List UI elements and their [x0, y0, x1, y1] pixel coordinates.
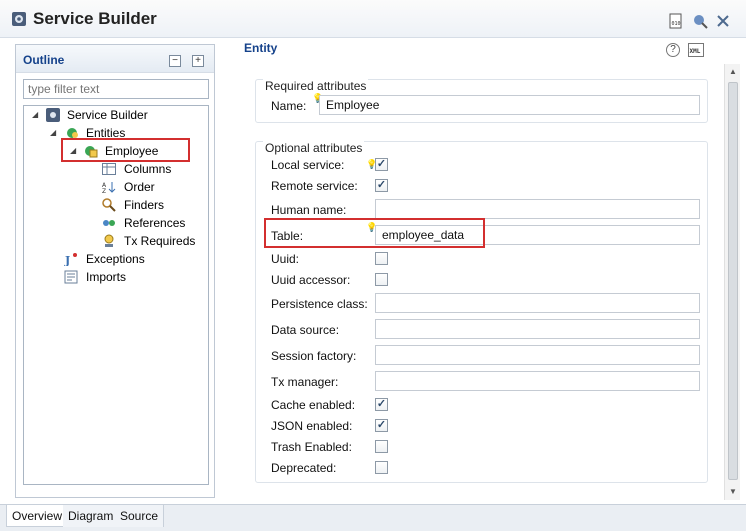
- persistence-class-label: Persistence class:: [271, 297, 368, 311]
- data-source-field[interactable]: [375, 319, 700, 339]
- deprecated-label: Deprecated:: [271, 461, 337, 475]
- outline-header: Outline − +: [16, 45, 214, 73]
- expand-all-icon[interactable]: +: [192, 55, 204, 67]
- references-icon: [103, 220, 115, 226]
- svg-text:010: 010: [672, 21, 681, 27]
- tree-node-finders[interactable]: Finders: [102, 196, 202, 214]
- data-source-label: Data source:: [271, 323, 340, 337]
- tree-label: Imports: [86, 270, 127, 284]
- uuid-checkbox[interactable]: [375, 252, 388, 265]
- required-attributes-title: Required attributes: [263, 79, 369, 93]
- tab-diagram[interactable]: Diagram: [63, 505, 120, 527]
- vertical-scrollbar[interactable]: ▲ ▼: [724, 64, 740, 500]
- title-bar: Service Builder 010: [0, 0, 746, 38]
- remote-service-checkbox[interactable]: ✓: [375, 179, 388, 192]
- tree-node-columns[interactable]: Columns: [102, 160, 202, 178]
- cache-enabled-label: Cache enabled:: [271, 398, 356, 412]
- tab-overview[interactable]: Overview: [6, 505, 69, 527]
- human-name-label: Human name:: [271, 203, 347, 217]
- scroll-thumb[interactable]: [728, 82, 738, 480]
- service-builder-node-icon: [46, 108, 60, 122]
- expand-arrow-icon[interactable]: ◢: [32, 106, 42, 124]
- columns-icon: [102, 163, 116, 175]
- scroll-down-icon[interactable]: ▼: [725, 484, 741, 500]
- tab-source[interactable]: Source: [115, 505, 165, 527]
- imports-icon: [64, 270, 78, 284]
- employee-highlight-box: [61, 138, 190, 162]
- tree-label: Service Builder: [67, 108, 148, 122]
- tree-node-exceptions[interactable]: J Exceptions: [64, 250, 184, 268]
- optional-attributes-title: Optional attributes: [263, 141, 365, 155]
- trash-enabled-checkbox[interactable]: [375, 440, 388, 453]
- build-services-icon[interactable]: 010: [668, 13, 684, 29]
- cache-enabled-checkbox[interactable]: ✓: [375, 398, 388, 411]
- service-builder-icon: [12, 12, 26, 26]
- editor-tab-bar: Overview Diagram Source: [0, 504, 746, 531]
- uuid-accessor-label: Uuid accessor:: [271, 273, 351, 287]
- persistence-class-field[interactable]: [375, 293, 700, 313]
- tree-label: Columns: [124, 162, 172, 176]
- session-factory-label: Session factory:: [271, 349, 357, 363]
- tree-node-service-builder[interactable]: ◢ Service Builder: [32, 106, 202, 124]
- outline-filter-input[interactable]: [23, 79, 209, 99]
- tree-node-tx-requireds[interactable]: Tx Requireds: [102, 232, 202, 250]
- tree-node-order[interactable]: AZ Order: [102, 178, 202, 196]
- json-enabled-checkbox[interactable]: ✓: [375, 419, 388, 432]
- tree-node-references[interactable]: References: [102, 214, 202, 232]
- uuid-label: Uuid:: [271, 252, 300, 266]
- tree-label: Tx Requireds: [124, 234, 196, 248]
- tx-manager-label: Tx manager:: [271, 375, 339, 389]
- tx-requireds-icon: [104, 234, 114, 247]
- tree-label: Order: [124, 180, 155, 194]
- finders-icon: [102, 198, 116, 212]
- expand-arrow-icon[interactable]: ◢: [50, 124, 60, 142]
- svg-text:XML: XML: [690, 48, 701, 55]
- json-enabled-label: JSON enabled:: [271, 419, 353, 433]
- outline-title: Outline: [23, 53, 65, 67]
- tree-label: Finders: [124, 198, 165, 212]
- build-wsdd-icon[interactable]: [692, 13, 708, 29]
- exceptions-icon: J: [64, 253, 77, 266]
- svg-text:J: J: [64, 254, 70, 266]
- tree-label: References: [124, 216, 186, 230]
- deprecated-checkbox[interactable]: [375, 461, 388, 474]
- svg-text:Z: Z: [102, 188, 106, 194]
- tree-node-imports[interactable]: Imports: [64, 268, 184, 286]
- tx-manager-field[interactable]: [375, 371, 700, 391]
- tools-icon[interactable]: [715, 13, 731, 29]
- human-name-field[interactable]: [375, 199, 700, 219]
- name-label: Name:: [271, 99, 307, 113]
- entity-title: Entity: [244, 41, 278, 55]
- local-service-checkbox[interactable]: ✓: [375, 158, 388, 171]
- scroll-up-icon[interactable]: ▲: [725, 64, 741, 80]
- collapse-all-icon[interactable]: −: [169, 55, 181, 67]
- tree-label: Exceptions: [86, 252, 145, 266]
- remote-service-label: Remote service:: [271, 179, 358, 193]
- entity-header: Entity ? XML: [240, 38, 746, 62]
- session-factory-field[interactable]: [375, 345, 700, 365]
- order-icon: AZ: [102, 182, 116, 194]
- name-field[interactable]: [319, 95, 700, 115]
- local-service-label: Local service:: [271, 158, 345, 172]
- xml-icon[interactable]: XML: [688, 43, 704, 57]
- window-title: Service Builder: [33, 9, 157, 28]
- trash-enabled-label: Trash Enabled:: [271, 440, 352, 454]
- help-icon[interactable]: ?: [666, 43, 680, 57]
- uuid-accessor-checkbox[interactable]: [375, 273, 388, 286]
- table-highlight-box: [264, 218, 485, 248]
